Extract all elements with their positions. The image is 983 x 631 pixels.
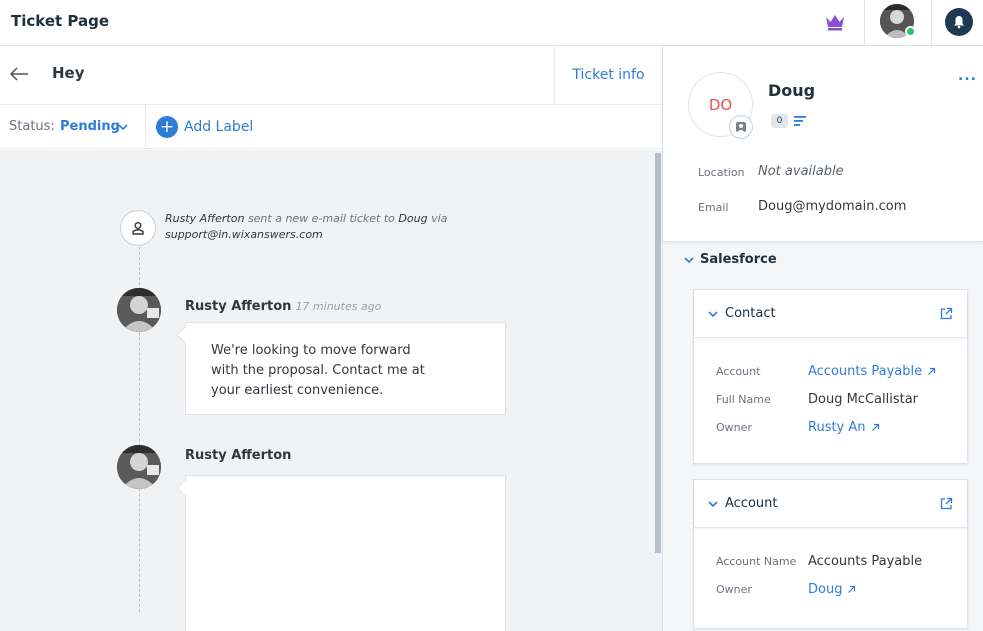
card-title: Contact bbox=[725, 306, 776, 321]
owner-link[interactable]: Rusty An bbox=[808, 420, 880, 435]
list-icon[interactable] bbox=[793, 115, 807, 127]
event-action: sent a new e-mail ticket to bbox=[247, 212, 395, 225]
field-value: Doug McCallistar bbox=[808, 392, 919, 407]
bell-icon[interactable] bbox=[945, 8, 973, 36]
salesforce-account-card: Account Account Name Accounts Payable Ow… bbox=[693, 479, 968, 629]
external-link-icon[interactable] bbox=[940, 497, 953, 510]
author-avatar bbox=[117, 288, 161, 332]
salesforce-contact-card: Contact Account Accounts Payable Full Na… bbox=[693, 289, 968, 464]
location-value: Not available bbox=[758, 164, 844, 179]
message-timestamp: 17 minutes ago bbox=[295, 300, 382, 313]
field-label: Owner bbox=[716, 583, 752, 596]
header-divider bbox=[864, 0, 865, 45]
card-header: Contact bbox=[694, 290, 967, 338]
salesforce-section-toggle[interactable]: Salesforce bbox=[684, 252, 777, 267]
account-card-toggle[interactable]: Account bbox=[708, 496, 778, 511]
email-value[interactable]: Doug@mydomain.com bbox=[758, 199, 906, 214]
salesforce-title: Salesforce bbox=[700, 252, 777, 267]
crown-icon[interactable] bbox=[824, 12, 846, 32]
link-text: Doug bbox=[808, 582, 843, 597]
page-title: Ticket Page bbox=[11, 12, 110, 30]
online-status-dot bbox=[905, 26, 916, 37]
status-bar: Status: Pending + Add Label bbox=[0, 105, 662, 149]
field-label: Owner bbox=[716, 421, 752, 434]
add-label-text: Add Label bbox=[184, 119, 254, 135]
card-header: Account bbox=[694, 480, 967, 528]
ticket-event-text: Rusty Afferton sent a new e-mail ticket … bbox=[165, 211, 465, 243]
ticket-event-icon bbox=[120, 210, 156, 246]
chevron-down-icon bbox=[708, 500, 718, 507]
chevron-down-icon bbox=[708, 310, 718, 317]
event-via: via bbox=[431, 212, 448, 225]
owner-link[interactable]: Doug bbox=[808, 582, 856, 597]
contact-initials: DO bbox=[708, 95, 733, 114]
field-label: Full Name bbox=[716, 393, 771, 406]
message-bubble bbox=[185, 475, 506, 631]
message-author: Rusty Afferton bbox=[185, 448, 291, 463]
chevron-down-icon bbox=[684, 256, 694, 263]
ticket-count-badge: 0 bbox=[771, 114, 788, 128]
link-text: Rusty An bbox=[808, 420, 866, 435]
more-options-icon[interactable]: ... bbox=[958, 68, 977, 84]
event-actor: Rusty Afferton bbox=[165, 212, 245, 225]
location-label: Location bbox=[698, 166, 745, 179]
contact-name: Doug bbox=[768, 81, 816, 100]
status-dropdown[interactable]: Pending bbox=[60, 119, 120, 134]
status-label: Status: bbox=[9, 119, 55, 134]
external-link-icon[interactable] bbox=[940, 307, 953, 320]
message-author-name: Rusty Afferton bbox=[185, 448, 292, 463]
header-divider bbox=[931, 0, 932, 45]
chevron-down-icon[interactable] bbox=[118, 123, 128, 131]
email-label: Email bbox=[698, 201, 729, 214]
field-label: Account Name bbox=[716, 555, 797, 568]
field-label: Account bbox=[716, 365, 761, 378]
add-label-button[interactable]: + Add Label bbox=[156, 116, 253, 138]
arrow-up-right-icon bbox=[848, 585, 856, 593]
back-arrow-icon[interactable] bbox=[8, 64, 30, 84]
scrollbar[interactable] bbox=[655, 153, 661, 553]
message-author-name: Rusty Afferton bbox=[185, 299, 292, 314]
ticket-info-button[interactable]: Ticket info bbox=[554, 46, 662, 104]
ticket-header: Hey Ticket info bbox=[0, 46, 662, 105]
divider bbox=[145, 105, 146, 149]
card-title: Account bbox=[725, 496, 778, 511]
user-icon bbox=[729, 115, 753, 139]
link-text: Accounts Payable bbox=[808, 364, 923, 379]
arrow-up-right-icon bbox=[871, 423, 879, 431]
plus-icon: + bbox=[156, 116, 178, 138]
ticket-subject: Hey bbox=[52, 64, 85, 82]
event-address: support@in.wixanswers.com bbox=[165, 228, 323, 241]
message-author: Rusty Afferton 17 minutes ago bbox=[185, 299, 381, 314]
contact-card-toggle[interactable]: Contact bbox=[708, 306, 776, 321]
account-link[interactable]: Accounts Payable bbox=[808, 364, 936, 379]
message-bubble: We're looking to move forward with the p… bbox=[185, 322, 506, 415]
field-value: Accounts Payable bbox=[808, 554, 923, 569]
arrow-up-right-icon bbox=[928, 367, 936, 375]
event-target: Doug bbox=[398, 212, 428, 225]
message-text: We're looking to move forward with the p… bbox=[211, 343, 425, 398]
author-avatar bbox=[117, 445, 161, 489]
